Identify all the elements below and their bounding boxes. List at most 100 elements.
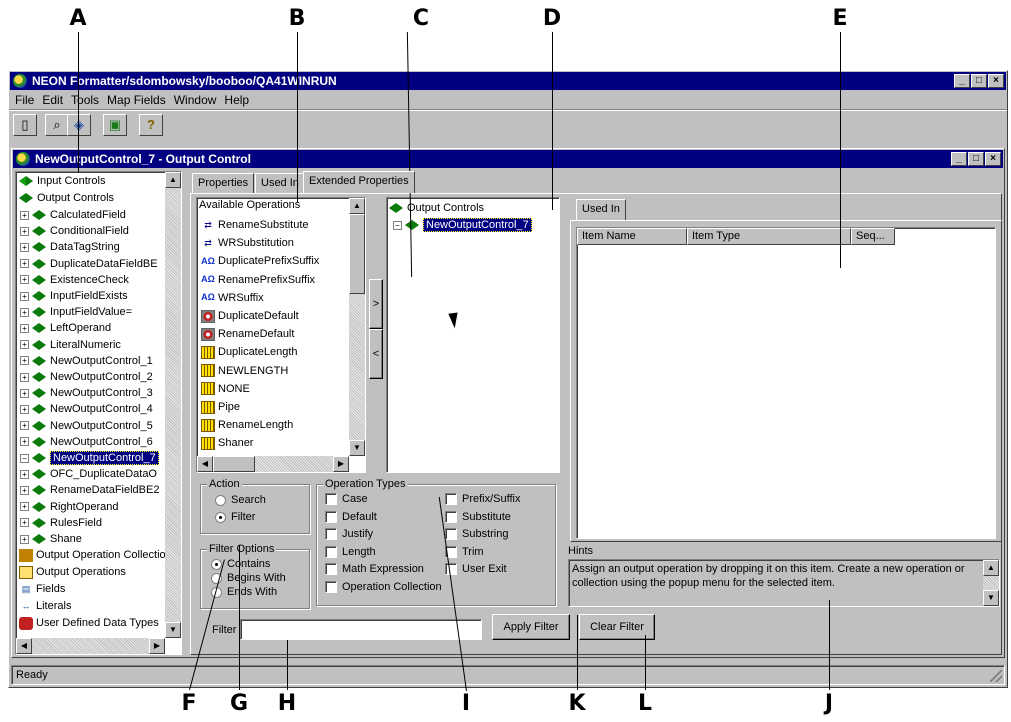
operation-item[interactable]: DuplicateLength (201, 343, 298, 361)
tree-item-output-control[interactable]: + NewOutputControl_5 (20, 418, 153, 435)
operation-item[interactable]: AΩ RenamePrefixSuffix (201, 271, 315, 289)
operation-type-checkbox[interactable]: Default (325, 509, 377, 526)
tree-item-output-control[interactable]: + OFC_DuplicateDataO (20, 466, 157, 483)
network-icon[interactable]: ▣ (103, 114, 127, 136)
help-icon[interactable]: ? (139, 114, 163, 136)
tree-item-output-control[interactable]: + NewOutputControl_3 (20, 385, 153, 402)
add-operation-button[interactable]: > (369, 279, 383, 329)
expand-icon[interactable]: + (20, 226, 29, 236)
tree-vertical-scrollbar[interactable]: ▲ ▼ (165, 172, 181, 638)
child-close-button[interactable]: × (985, 152, 1001, 166)
child-minimize-button[interactable]: _ (951, 152, 967, 166)
tab-properties[interactable]: Properties (192, 173, 255, 193)
expand-icon[interactable]: + (20, 437, 29, 447)
expand-icon[interactable]: + (20, 388, 29, 398)
operations-scroll-thumb[interactable] (349, 214, 365, 294)
operation-item[interactable]: ⇄ WRSubstitution (201, 234, 294, 252)
operation-item[interactable]: AΩ DuplicatePrefixSuffix (201, 252, 319, 270)
tree-item-output-control[interactable]: + LiteralNumeric (20, 337, 121, 354)
operation-type-checkbox[interactable]: Trim (445, 544, 484, 561)
tree-item-output-control[interactable]: + ExistenceCheck (20, 272, 129, 289)
operation-type-checkbox[interactable]: Substring (445, 526, 508, 543)
assigned-child[interactable]: − NewOutputControl_7 (393, 216, 532, 234)
scroll-left-button[interactable]: ◀ (16, 638, 32, 654)
menu-window[interactable]: Window (170, 91, 221, 109)
expand-icon[interactable]: + (20, 275, 29, 285)
operation-type-checkbox[interactable]: Operation Collection (325, 579, 442, 596)
operation-item[interactable]: Pipe (201, 398, 240, 416)
expand-icon[interactable]: + (20, 307, 29, 317)
operations-scroll-left-button[interactable]: ◀ (197, 456, 213, 472)
operation-type-checkbox[interactable]: Length (325, 544, 376, 561)
expand-icon[interactable]: + (20, 518, 29, 528)
operation-type-checkbox[interactable]: Math Expression (325, 561, 424, 578)
expand-icon[interactable]: + (20, 323, 29, 333)
operation-item[interactable]: RenameLength (201, 416, 293, 434)
tree-item-output-control[interactable]: + NewOutputControl_4 (20, 401, 153, 418)
tree-item-output-control[interactable]: − NewOutputControl_7 (20, 450, 159, 467)
tree-item-user-defined-data-types[interactable]: User Defined Data Types (19, 615, 159, 632)
map-icon[interactable]: ◈ (67, 114, 91, 136)
tree-item-output-operation-collection[interactable]: Output Operation Collectio (19, 547, 166, 564)
child-maximize-button[interactable]: □ (968, 152, 984, 166)
tree-item-output-controls[interactable]: Output Controls (19, 190, 114, 207)
filter-input[interactable] (240, 619, 482, 640)
new-document-icon[interactable]: ▯ (13, 114, 37, 136)
apply-filter-button[interactable]: Apply Filter (492, 614, 570, 640)
expand-icon[interactable]: + (20, 421, 29, 431)
operation-item[interactable]: NEWLENGTH (201, 362, 288, 380)
tree-item-fields[interactable]: ▤ Fields (19, 581, 66, 598)
scroll-down-button[interactable]: ▼ (165, 622, 181, 638)
tree-item-output-control[interactable]: + Shane (20, 531, 82, 548)
operation-type-checkbox[interactable]: User Exit (445, 561, 507, 578)
tree-item-output-control[interactable]: + ConditionalField (20, 223, 129, 240)
column-item-type[interactable]: Item Type (687, 228, 851, 245)
clear-filter-button[interactable]: Clear Filter (579, 614, 655, 640)
expand-icon[interactable]: + (20, 291, 29, 301)
tree-item-output-control[interactable]: + LeftOperand (20, 320, 111, 337)
expand-icon[interactable]: + (20, 485, 29, 495)
expand-icon[interactable]: + (20, 469, 29, 479)
tree-item-literals[interactable]: ↔ Literals (19, 598, 72, 615)
menu-tools[interactable]: Tools (67, 91, 103, 109)
operations-scroll-right-button[interactable]: ▶ (333, 456, 349, 472)
tree-item-output-control[interactable]: + CalculatedField (20, 207, 126, 224)
expand-icon[interactable]: + (20, 259, 29, 269)
operations-horizontal-scrollbar[interactable]: ◀ ▶ (197, 456, 349, 472)
filter-ends-with-radio[interactable]: Ends With (211, 584, 277, 601)
tree-item-output-control[interactable]: + NewOutputControl_6 (20, 434, 153, 451)
tree-item-output-control[interactable]: + NewOutputControl_2 (20, 369, 153, 386)
scroll-up-button[interactable]: ▲ (165, 172, 181, 188)
tree-item-output-operations[interactable]: Output Operations (19, 564, 126, 581)
tree-item-output-control[interactable]: + DuplicateDataFieldBE (20, 256, 158, 273)
operation-item[interactable]: Shaner (201, 434, 253, 452)
tree-horizontal-scrollbar[interactable]: ◀ ▶ (16, 638, 165, 654)
expand-icon[interactable]: + (20, 404, 29, 414)
assigned-root[interactable]: Output Controls (389, 199, 484, 217)
tree-item-output-control[interactable]: + DataTagString (20, 239, 120, 256)
operation-type-checkbox[interactable]: Prefix/Suffix (445, 491, 521, 508)
minimize-button[interactable]: _ (954, 74, 970, 88)
operations-hscroll-thumb[interactable] (213, 456, 255, 472)
action-search-radio[interactable]: Search (215, 492, 266, 509)
tree-item-output-control[interactable]: + NewOutputControl_1 (20, 353, 153, 370)
operations-scroll-down-button[interactable]: ▼ (349, 440, 365, 456)
operations-vertical-scrollbar[interactable]: ▲ ▼ (349, 198, 365, 456)
column-sequence[interactable]: Seq... (851, 228, 895, 245)
used-in-tab[interactable]: Used In (576, 199, 626, 221)
tab-extended-properties[interactable]: Extended Properties (303, 171, 415, 193)
operation-type-checkbox[interactable]: Substitute (445, 509, 511, 526)
operation-type-checkbox[interactable]: Case (325, 491, 368, 508)
hints-scroll-up-button[interactable]: ▲ (983, 560, 999, 576)
menu-edit[interactable]: Edit (38, 91, 67, 109)
hints-scroll-down-button[interactable]: ▼ (983, 590, 999, 606)
operation-item[interactable]: DuplicateDefault (201, 307, 299, 325)
expand-icon[interactable]: + (20, 242, 29, 252)
find-icon[interactable]: ⌕ (45, 114, 69, 136)
action-filter-radio[interactable]: Filter (215, 509, 255, 526)
maximize-button[interactable]: □ (971, 74, 987, 88)
expand-icon[interactable]: + (20, 210, 29, 220)
expand-icon[interactable]: − (20, 453, 29, 463)
expand-icon[interactable]: + (20, 340, 29, 350)
expand-icon[interactable]: + (20, 372, 29, 382)
